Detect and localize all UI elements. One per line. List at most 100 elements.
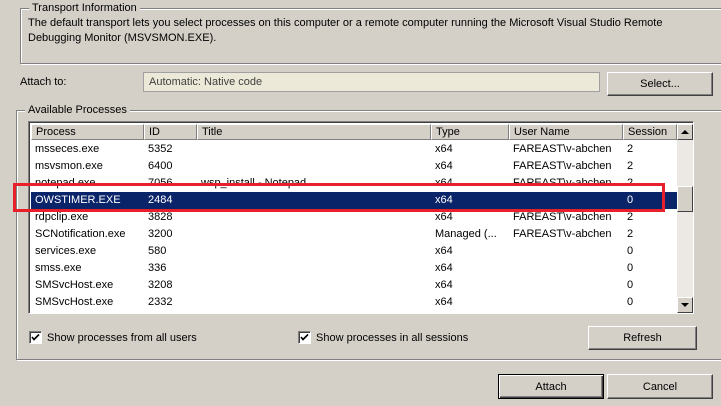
cell-process: rdpclip.exe: [35, 211, 89, 223]
cell-title: [197, 311, 431, 313]
cell-type: x64: [435, 296, 453, 308]
cell-title: wsp_install - Notepad: [201, 177, 307, 189]
cell-type: x64: [431, 311, 509, 313]
cell-session: 0: [627, 262, 634, 274]
scroll-up-button[interactable]: [677, 124, 693, 140]
cell-title: [197, 294, 431, 311]
arrow-up-icon: [681, 130, 689, 134]
cell-session: 2: [627, 143, 634, 155]
cell-type: x64: [435, 279, 453, 291]
scroll-down-button[interactable]: [677, 297, 693, 313]
table-row[interactable]: SMSvcHost.exe 3208 x64 0: [31, 277, 677, 294]
table-row[interactable]: services.exe 580 x64 0: [31, 243, 677, 260]
select-button[interactable]: Select...: [607, 72, 713, 96]
show-all-users-checkbox[interactable]: Show processes from all users: [29, 331, 197, 344]
cell-session: 0: [627, 245, 634, 257]
cell-title: [197, 243, 431, 260]
table-row[interactable]: msseces.exe 5352 x64 FAREAST\v-abchen 2: [31, 141, 677, 158]
column-header-id[interactable]: ID: [144, 124, 197, 140]
cell-id: 3200: [148, 228, 173, 240]
cell-id: 2484: [148, 194, 173, 206]
cell-type: x64: [435, 245, 453, 257]
table-row[interactable]: rdpclip.exe 3828 x64 FAREAST\v-abchen 2: [31, 209, 677, 226]
cell-session: 0: [627, 296, 634, 308]
cell-process: SMSvcHost.exe: [35, 279, 114, 291]
show-all-sessions-checkbox[interactable]: Show processes in all sessions: [298, 331, 468, 344]
cell-title: [197, 141, 431, 158]
process-list[interactable]: Process ID Title Type User Name Session …: [28, 121, 694, 314]
show-all-users-label: Show processes from all users: [47, 331, 197, 344]
transport-info-title: Transport Information: [29, 1, 140, 15]
cancel-button[interactable]: Cancel: [607, 374, 713, 399]
cell-session: 0: [627, 194, 634, 206]
column-header-type[interactable]: Type: [431, 124, 509, 140]
cell-id: 580: [148, 245, 167, 257]
table-row[interactable]: notepad.exe 7056 wsp_install - Notepad x64 F…: [31, 175, 677, 192]
column-header-process[interactable]: Process: [31, 124, 144, 140]
cell-title: [197, 226, 431, 243]
cell-user-name: [509, 311, 623, 313]
table-row[interactable]: smss.exe 336 x64 0: [31, 260, 677, 277]
cell-user-name: FAREAST\v-abchen: [513, 228, 612, 240]
cell-process: smss.exe: [35, 262, 82, 274]
cell-process: msvsmon.exe: [35, 160, 103, 172]
cell-title: [197, 260, 431, 277]
cell-session: 2: [627, 177, 634, 189]
attach-to-field: Automatic: Native code: [143, 72, 600, 92]
process-list-scrollbar[interactable]: [677, 124, 693, 313]
cell-process: SCNotification.exe: [35, 228, 126, 240]
cell-id: 3208: [148, 279, 173, 291]
cell-session: 0: [627, 279, 634, 291]
column-header-title[interactable]: Title: [197, 124, 431, 140]
cell-title: [197, 158, 431, 175]
cell-type: x64: [435, 160, 453, 172]
cell-user-name: [509, 260, 623, 277]
column-header-session[interactable]: Session: [623, 124, 677, 140]
scroll-thumb[interactable]: [677, 186, 693, 212]
cell-session: 2: [627, 160, 634, 172]
table-row[interactable]: SCNotification.exe 3200 Managed (... FAREAS…: [31, 226, 677, 243]
cell-user-name: [509, 192, 623, 209]
cell-process: OWSTIMER.EXE: [35, 194, 121, 206]
cell-user-name: FAREAST\v-abchen: [513, 160, 612, 172]
table-row[interactable]: spoolsv.exe1084 x64 0: [31, 311, 677, 313]
cell-id: 7056: [148, 177, 173, 189]
cell-id: 5352: [148, 143, 173, 155]
cell-user-name: [509, 294, 623, 311]
cell-title: [197, 209, 431, 226]
cell-type: x64: [435, 211, 453, 223]
checkmark-icon: [300, 333, 309, 341]
show-all-sessions-label: Show processes in all sessions: [316, 331, 469, 344]
attach-to-label: Attach to:: [20, 76, 67, 88]
table-row[interactable]: SMSvcHost.exe 2332 x64 0: [31, 294, 677, 311]
cell-type: x64: [435, 177, 453, 189]
table-row[interactable]: msvsmon.exe 6400 x64 FAREAST\v-abchen 2: [31, 158, 677, 175]
transport-description: The default transport lets you select pr…: [28, 17, 663, 44]
column-header-user-name[interactable]: User Name: [509, 124, 623, 140]
cell-process: SMSvcHost.exe: [35, 296, 114, 308]
show-all-users-check[interactable]: [29, 331, 42, 344]
cell-user-name: [509, 243, 623, 260]
checkmark-icon: [31, 333, 40, 341]
process-list-header: Process ID Title Type User Name Session: [31, 124, 677, 140]
cell-session: 0: [623, 311, 677, 313]
cell-id: 3828: [148, 211, 173, 223]
available-processes-title: Available Processes: [25, 103, 130, 117]
refresh-button[interactable]: Refresh: [588, 326, 697, 350]
cell-id: 6400: [148, 160, 173, 172]
cell-user-name: FAREAST\v-abchen: [513, 177, 612, 189]
cell-type: Managed (...: [435, 228, 497, 240]
cell-session: 2: [627, 228, 634, 240]
cell-user-name: FAREAST\v-abchen: [513, 143, 612, 155]
show-all-sessions-check[interactable]: [298, 331, 311, 344]
cell-title: [197, 277, 431, 294]
cell-type: x64: [435, 194, 453, 206]
table-row[interactable]: OWSTIMER.EXE 2484 x64 0: [31, 192, 677, 209]
attach-button[interactable]: Attach: [498, 374, 604, 399]
cell-process: spoolsv.exe: [31, 311, 144, 313]
cell-type: x64: [435, 143, 453, 155]
cell-process: notepad.exe: [35, 177, 96, 189]
cell-process: services.exe: [35, 245, 97, 257]
cell-id: 1084: [144, 311, 197, 313]
arrow-down-icon: [681, 303, 689, 307]
